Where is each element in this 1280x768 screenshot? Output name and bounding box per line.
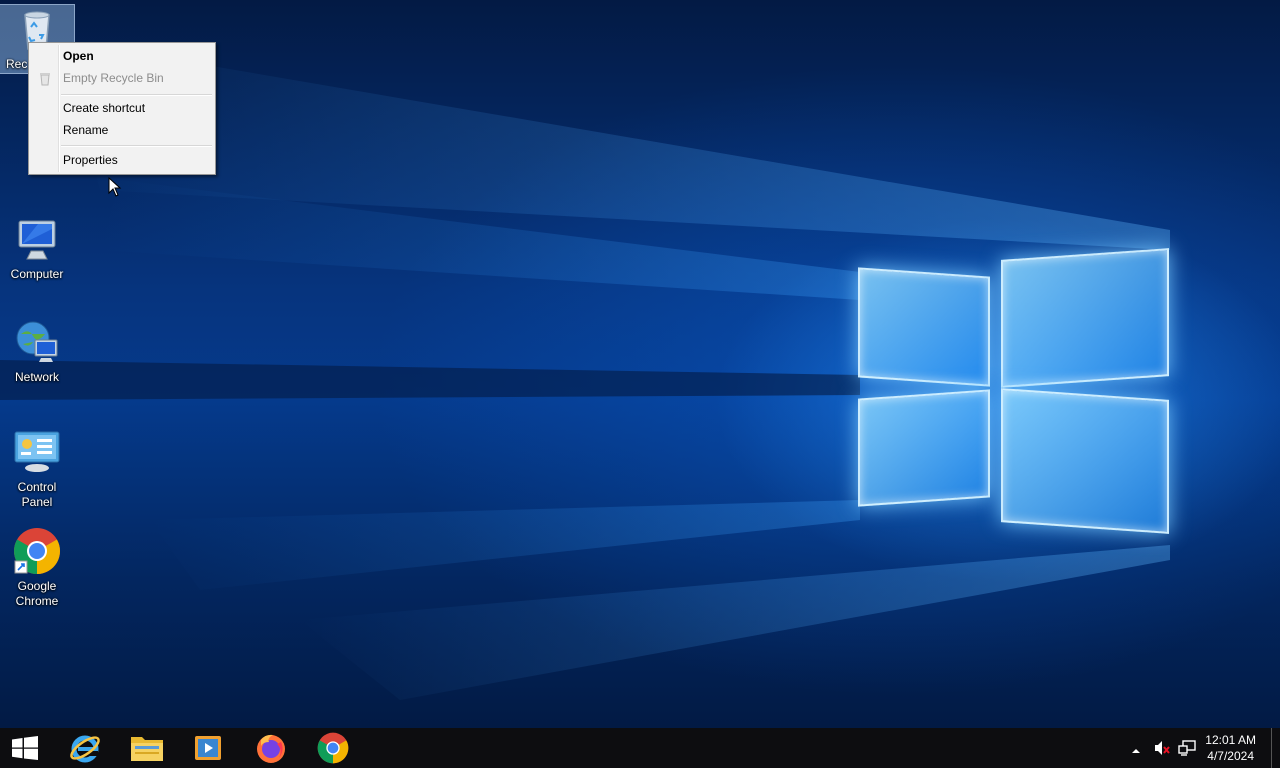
- volume-button[interactable]: [1153, 739, 1171, 757]
- windows-logo-icon: [12, 736, 38, 760]
- file-explorer-icon: [131, 737, 163, 761]
- menu-item-label: Empty Recycle Bin: [63, 71, 164, 85]
- menu-separator: [61, 145, 212, 147]
- desktop-icon-label: Control: [17, 480, 57, 494]
- taskbar-file-explorer[interactable]: [119, 728, 175, 768]
- taskbar-firefox[interactable]: [243, 728, 299, 768]
- menu-item-properties[interactable]: Properties: [31, 149, 213, 171]
- firefox-icon: [257, 734, 285, 763]
- taskbar: 12:01 AM 4/7/2024: [0, 728, 1280, 768]
- mouse-cursor-icon: [108, 177, 122, 197]
- taskbar-internet-explorer[interactable]: [57, 728, 113, 768]
- menu-item-label: Open: [63, 49, 94, 63]
- clock[interactable]: 12:01 AM 4/7/2024: [1205, 732, 1256, 764]
- chevron-up-icon: [1132, 749, 1140, 753]
- menu-separator: [61, 94, 212, 96]
- internet-explorer-icon: [70, 735, 100, 763]
- menu-item-label: Properties: [63, 153, 118, 167]
- desktop-icon-google-chrome[interactable]: Google Chrome: [0, 527, 74, 609]
- system-tray: 12:01 AM 4/7/2024: [1110, 728, 1280, 768]
- menu-item-open[interactable]: Open: [31, 45, 213, 67]
- desktop-icon-label: Google: [17, 579, 57, 593]
- menu-item-empty-recycle-bin[interactable]: Empty Recycle Bin: [31, 67, 213, 89]
- desktop-icon-control-panel[interactable]: Control Panel: [0, 428, 74, 510]
- taskbar-media-player[interactable]: [180, 728, 236, 768]
- desktop[interactable]: Rec Computer Network Control Panel Googl…: [0, 0, 1280, 728]
- menu-item-create-shortcut[interactable]: Create shortcut: [31, 97, 213, 119]
- context-menu: Open Empty Recycle Bin Create shortcut R…: [28, 42, 216, 175]
- clock-date: 4/7/2024: [1207, 749, 1254, 763]
- network-status-icon: [1178, 740, 1196, 756]
- clock-time: 12:01 AM: [1205, 733, 1256, 747]
- wallpaper-windows-logo: [855, 228, 1175, 548]
- chrome-icon: [317, 732, 349, 764]
- desktop-icon-label: Panel: [21, 495, 53, 509]
- chrome-icon: [13, 527, 61, 575]
- menu-item-label: Create shortcut: [63, 101, 146, 115]
- computer-icon: [13, 215, 61, 263]
- empty-recycle-bin-icon: [39, 71, 51, 86]
- desktop-icon-label: Computer: [10, 267, 64, 281]
- network-icon: [13, 318, 61, 366]
- desktop-icon-network[interactable]: Network: [0, 318, 74, 385]
- start-button[interactable]: [0, 728, 50, 768]
- control-panel-icon: [13, 428, 61, 476]
- network-status-button[interactable]: [1178, 739, 1196, 757]
- desktop-icon-label: Chrome: [15, 594, 59, 608]
- menu-item-label: Rename: [63, 123, 109, 137]
- show-hidden-icons-button[interactable]: [1130, 742, 1142, 754]
- media-player-icon: [195, 736, 221, 760]
- show-desktop-button[interactable]: [1271, 728, 1280, 768]
- menu-item-rename[interactable]: Rename: [31, 119, 213, 141]
- desktop-icon-label: Network: [14, 370, 59, 384]
- speaker-muted-icon: [1155, 741, 1170, 755]
- taskbar-chrome[interactable]: [305, 728, 361, 768]
- desktop-icon-computer[interactable]: Computer: [0, 215, 74, 282]
